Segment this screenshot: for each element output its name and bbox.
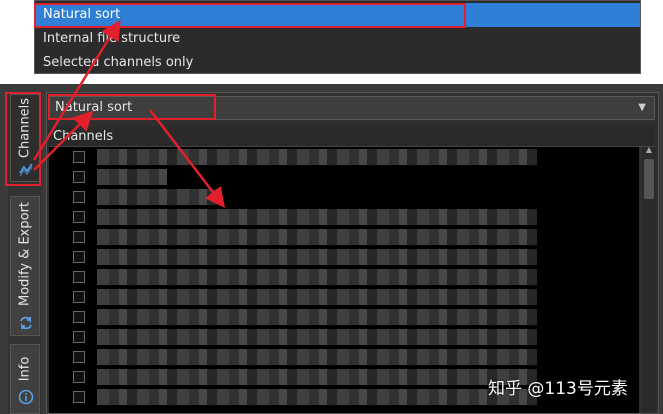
list-item[interactable] <box>49 187 639 207</box>
list-item[interactable] <box>49 307 639 327</box>
scroll-up-icon[interactable]: ▲ <box>642 145 656 155</box>
redacted-channel-name <box>97 289 537 305</box>
scrollbar-thumb[interactable] <box>644 159 654 199</box>
dropdown-option-selected-channels-only[interactable]: Selected channels only <box>35 51 640 75</box>
tab-modify-export-label: Modify & Export <box>17 201 33 307</box>
redacted-channel-name <box>97 189 217 205</box>
channel-checkbox[interactable] <box>73 171 85 183</box>
app-window: Channels Modify & Export Info Natural so… <box>0 84 663 414</box>
redacted-channel-name <box>97 209 537 225</box>
tab-channels[interactable]: Channels <box>10 94 40 182</box>
list-item[interactable] <box>49 147 639 167</box>
redacted-channel-name <box>97 329 537 345</box>
redacted-channel-name <box>97 309 537 325</box>
channels-panel: Natural sort ▼ Channels ▲ <box>46 92 659 414</box>
redacted-channel-name <box>97 369 537 385</box>
channel-checkbox[interactable] <box>73 191 85 203</box>
dropdown-option-internal-file-structure[interactable]: Internal file structure <box>35 27 640 51</box>
list-item[interactable] <box>49 347 639 367</box>
channel-checkbox[interactable] <box>73 151 85 163</box>
list-item[interactable] <box>49 247 639 267</box>
list-item[interactable] <box>49 207 639 227</box>
info-icon <box>18 389 34 405</box>
tab-info-label: Info <box>17 356 33 382</box>
watermark-text: 知乎 @113号元素 <box>488 379 628 399</box>
list-item[interactable] <box>49 227 639 247</box>
sort-dropdown-list: Natural sort Internal file structure Sel… <box>34 0 641 74</box>
refresh-arrows-icon <box>18 315 34 331</box>
sort-order-value: Natural sort <box>55 100 133 115</box>
channel-checkbox[interactable] <box>73 251 85 263</box>
channel-checkbox[interactable] <box>73 271 85 283</box>
channel-checkbox[interactable] <box>73 351 85 363</box>
channel-checkbox[interactable] <box>73 291 85 303</box>
channels-column-header: Channels <box>49 127 655 147</box>
channel-list-scrollbar[interactable]: ▲ <box>642 145 656 413</box>
list-item[interactable] <box>49 327 639 347</box>
channel-checkbox[interactable] <box>73 231 85 243</box>
redacted-channel-name <box>97 389 537 405</box>
list-item[interactable] <box>49 287 639 307</box>
list-item[interactable] <box>49 167 639 187</box>
tab-info[interactable]: Info <box>10 344 40 414</box>
redacted-channel-name <box>97 249 537 265</box>
channel-checkbox[interactable] <box>73 371 85 383</box>
dropdown-option-natural-sort[interactable]: Natural sort <box>35 3 640 27</box>
redacted-channel-name <box>97 169 167 185</box>
channel-checkbox[interactable] <box>73 311 85 323</box>
chevron-down-icon: ▼ <box>638 102 646 113</box>
redacted-channel-name <box>97 349 537 365</box>
tab-channels-label: Channels <box>17 97 33 159</box>
wave-icon <box>18 161 34 177</box>
sort-order-select[interactable]: Natural sort ▼ <box>49 96 655 120</box>
channel-checkbox[interactable] <box>73 331 85 343</box>
redacted-channel-name <box>97 149 537 165</box>
tab-modify-export[interactable]: Modify & Export <box>10 196 40 336</box>
redacted-channel-name <box>97 269 537 285</box>
channel-checkbox[interactable] <box>73 211 85 223</box>
list-item[interactable] <box>49 267 639 287</box>
redacted-channel-name <box>97 229 537 245</box>
channel-checkbox[interactable] <box>73 391 85 403</box>
side-tab-bar: Channels Modify & Export Info <box>8 92 42 414</box>
